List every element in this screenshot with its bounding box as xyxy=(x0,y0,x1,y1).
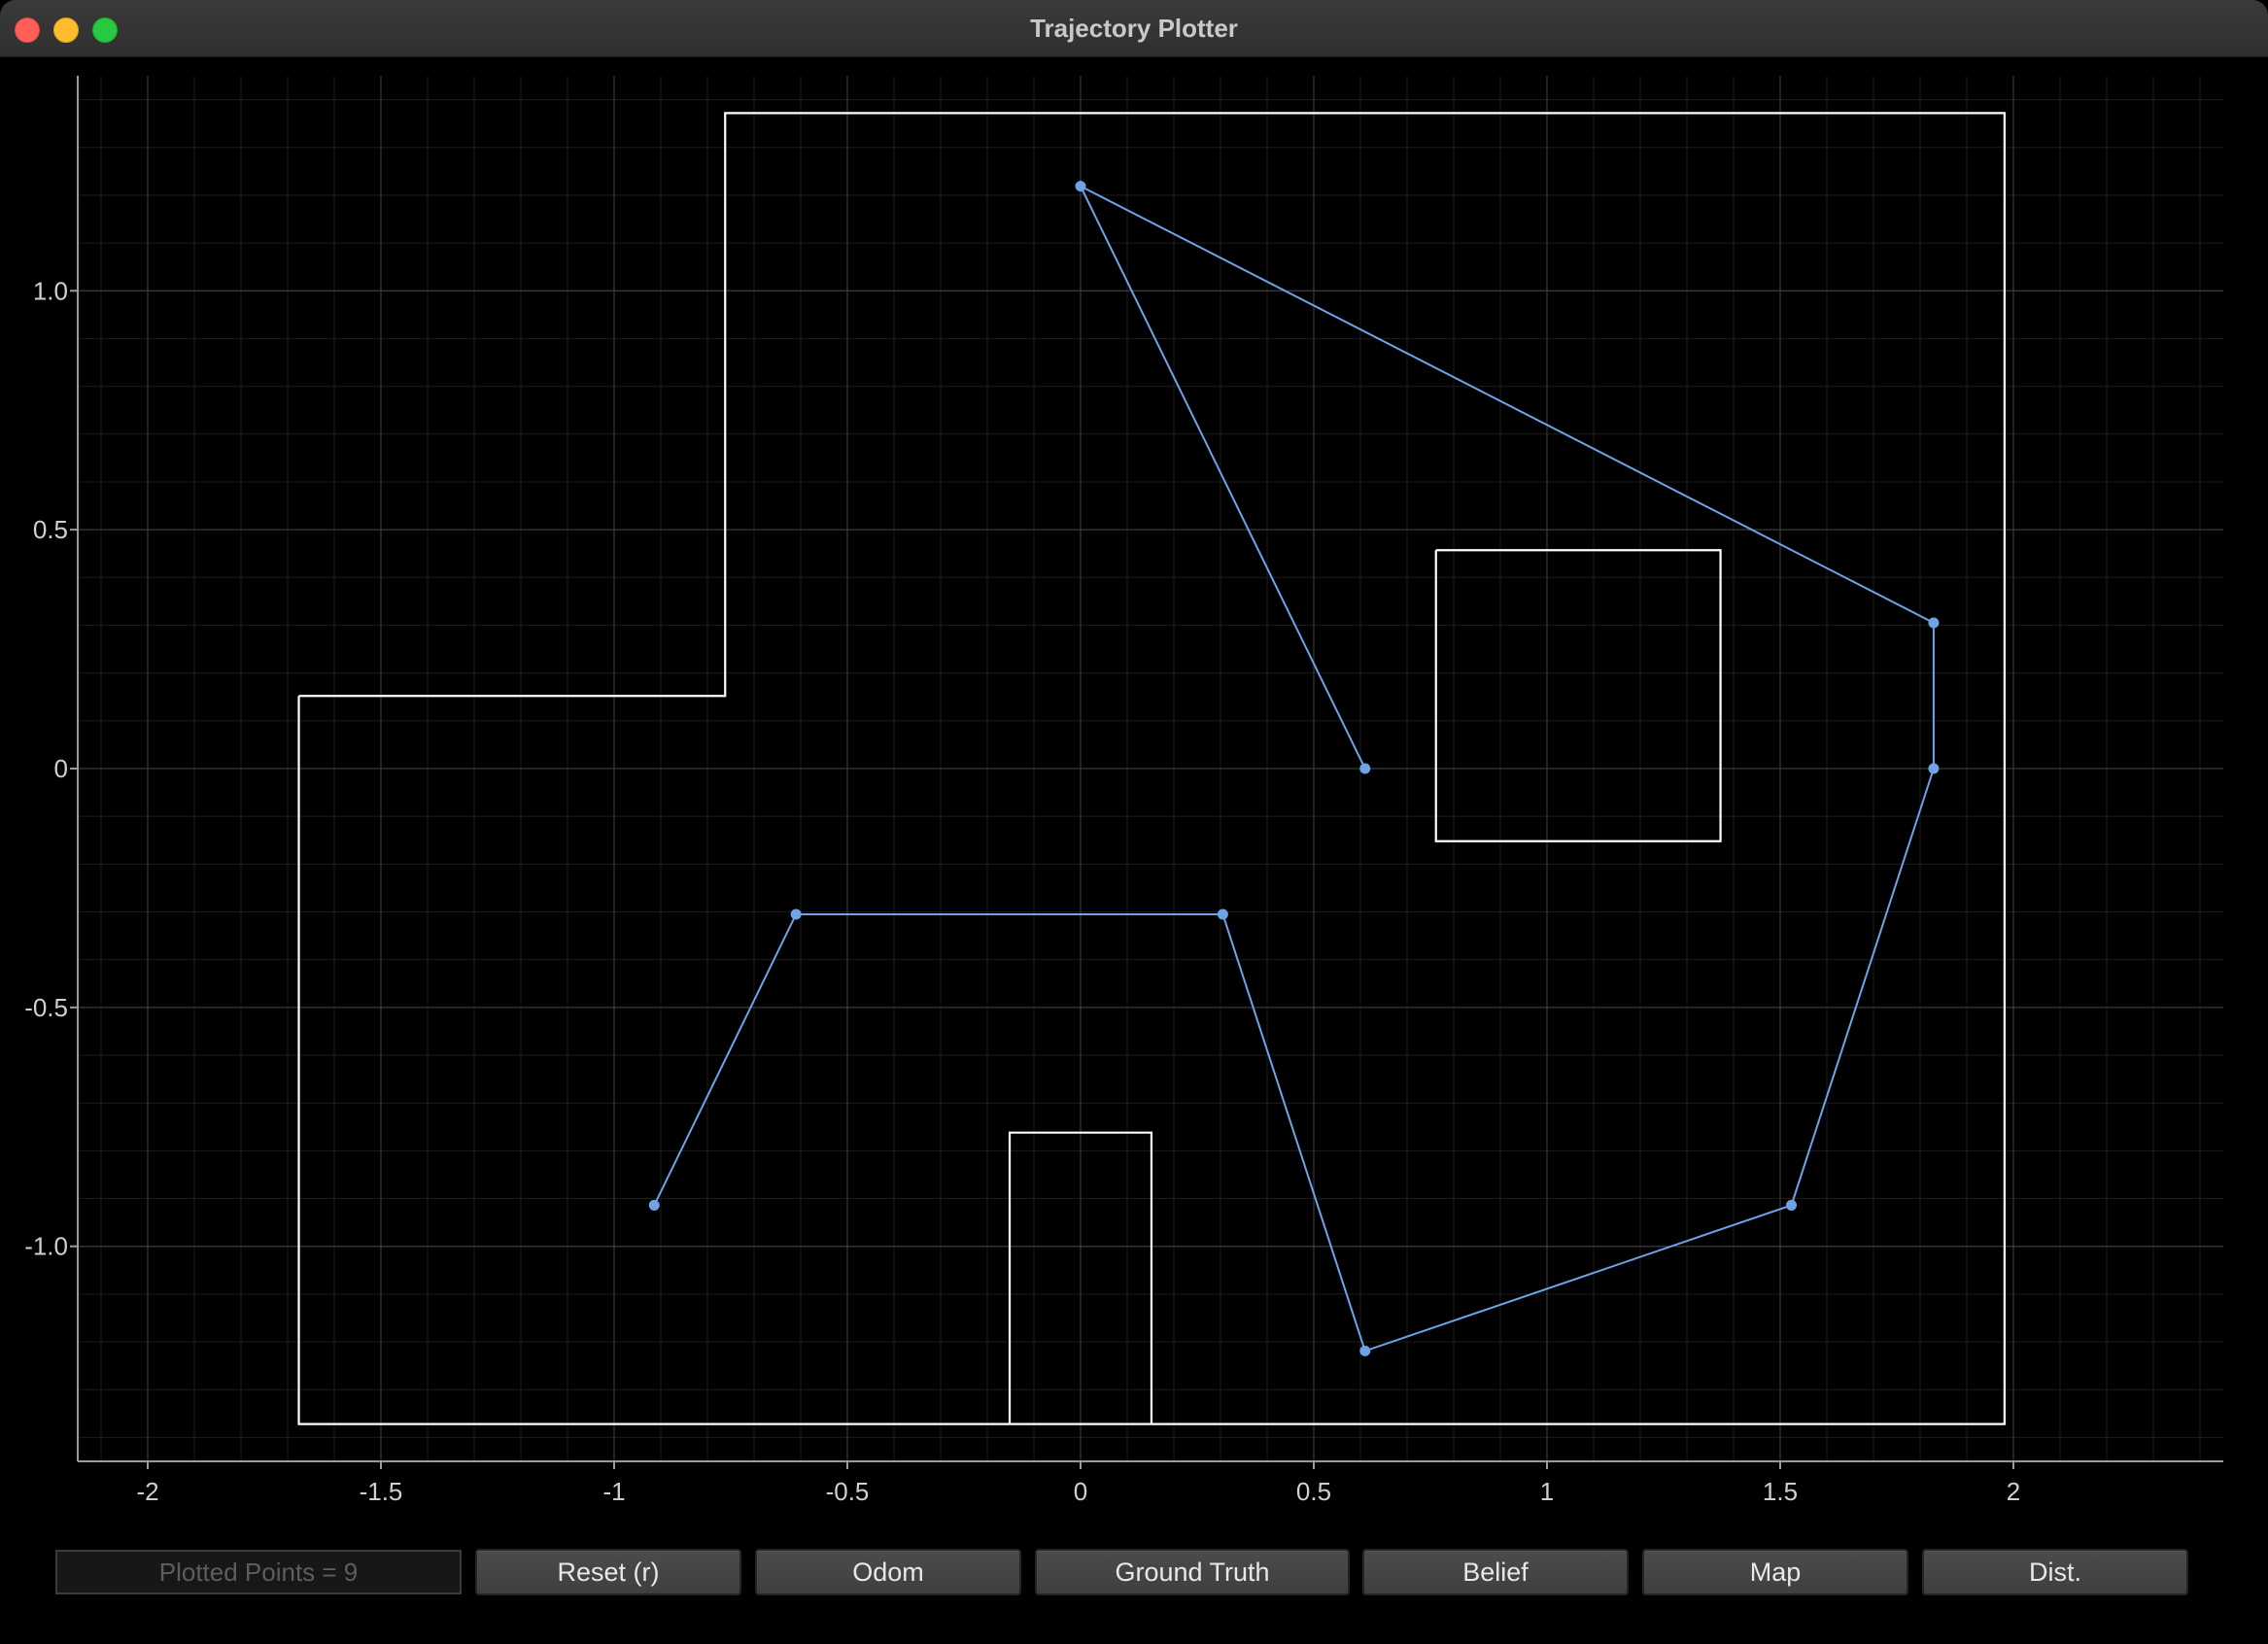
y-tick-label: 0.5 xyxy=(33,515,68,544)
trajectory-point xyxy=(1928,763,1940,774)
trajectory-point xyxy=(1217,908,1228,920)
y-tick-label: -0.5 xyxy=(24,993,68,1022)
x-tick-label: 2 xyxy=(2007,1477,2020,1506)
map-button[interactable]: Map xyxy=(1642,1549,1908,1595)
trajectory-point xyxy=(1928,617,1940,629)
app-window: Trajectory Plotter -2 -1.5 -1 -0.5 0 0.5 1 1.5 2… xyxy=(0,0,2268,1644)
trajectory-plot[interactable]: -2 -1.5 -1 -0.5 0 0.5 1 1.5 2 1.0 0.5 0 -0.5 -1.0 xyxy=(0,56,2268,1533)
x-tick-labels: -2 -1.5 -1 -0.5 0 0.5 1 1.5 2 xyxy=(136,1477,2020,1506)
title-bar: Trajectory Plotter xyxy=(0,0,2268,57)
x-tick-label: -0.5 xyxy=(826,1477,870,1506)
y-tick-label: 0 xyxy=(54,754,68,783)
x-tick-label: -2 xyxy=(136,1477,158,1506)
ground-truth-button[interactable]: Ground Truth xyxy=(1035,1549,1350,1595)
y-tick-label: -1.0 xyxy=(24,1232,68,1261)
trajectory-point xyxy=(1359,763,1371,774)
control-bar: Plotted Points = 9 Reset (r) Odom Ground… xyxy=(0,1533,2268,1644)
dist-button[interactable]: Dist. xyxy=(1922,1549,2188,1595)
trajectory-point xyxy=(1359,1345,1371,1356)
x-tick-label: 0 xyxy=(1074,1477,1087,1506)
trajectory-point xyxy=(790,908,802,920)
y-tick-label: 1.0 xyxy=(33,276,68,305)
trajectory-point xyxy=(648,1199,660,1211)
plot-area[interactable]: -2 -1.5 -1 -0.5 0 0.5 1 1.5 2 1.0 0.5 0 -0.5 -1.0 xyxy=(0,56,2268,1533)
window-title: Trajectory Plotter xyxy=(1030,14,1238,43)
plotted-points-counter: Plotted Points = 9 xyxy=(55,1550,462,1594)
reset-button[interactable]: Reset (r) xyxy=(475,1549,741,1595)
trajectory-point xyxy=(1075,181,1086,192)
y-tick-labels: 1.0 0.5 0 -0.5 -1.0 xyxy=(24,276,68,1260)
belief-button[interactable]: Belief xyxy=(1362,1549,1629,1595)
x-tick-label: 1 xyxy=(1540,1477,1554,1506)
x-tick-label: -1 xyxy=(602,1477,625,1506)
x-tick-label: 0.5 xyxy=(1296,1477,1331,1506)
odom-button[interactable]: Odom xyxy=(755,1549,1021,1595)
x-tick-label: 1.5 xyxy=(1763,1477,1798,1506)
axes xyxy=(70,76,2223,1469)
trajectory-point xyxy=(1786,1199,1798,1211)
x-tick-label: -1.5 xyxy=(360,1477,403,1506)
map-wall xyxy=(1434,549,1722,842)
